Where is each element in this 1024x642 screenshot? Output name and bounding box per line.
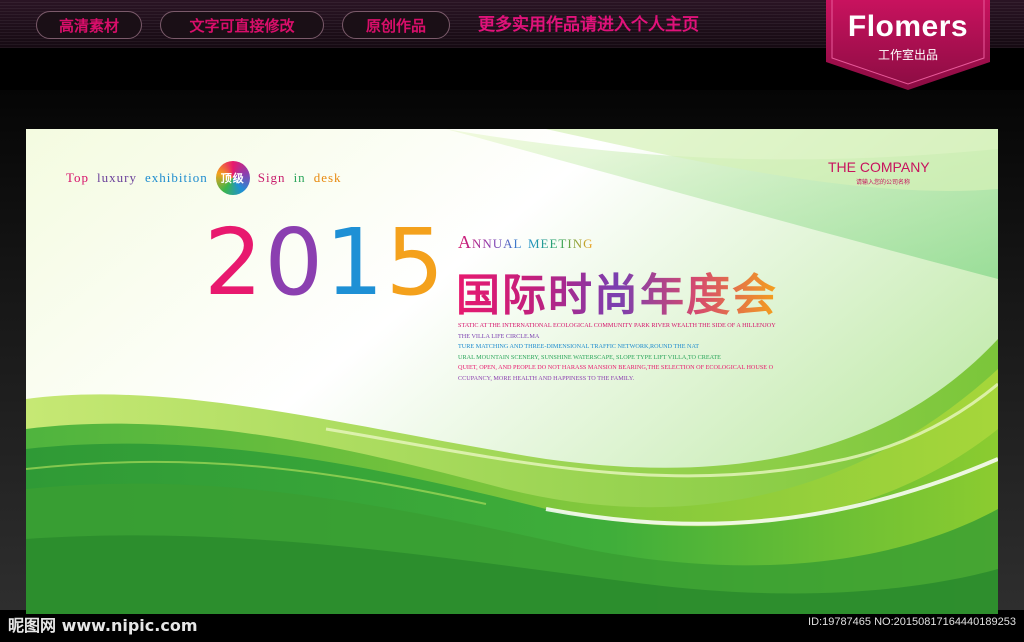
company-placeholder: 请输入您的公司名称: [856, 179, 911, 186]
tagline-word-exhibition: exhibition: [145, 170, 208, 185]
description-line: URAL MOUNTAIN SCENERY, SUNSHINE WATERSCA…: [458, 353, 721, 361]
brand-badge[interactable]: Flomers 工作室出品: [826, 0, 990, 90]
tag-editable-text[interactable]: 文字可直接修改: [160, 11, 324, 39]
description-line: STATIC AT THE INTERNATIONAL ECOLOGICAL C…: [458, 322, 776, 329]
tagline-word-top: Top: [66, 170, 90, 185]
description-line: TURE MATCHING AND THREE-DIMENSIONAL TRAF…: [458, 343, 700, 350]
year-heading: 2015: [204, 217, 446, 309]
tagline-word-luxury: luxury: [97, 170, 137, 185]
tag-hd-material[interactable]: 高清素材: [36, 11, 142, 39]
tagline-word-sign: Sign: [257, 170, 286, 185]
tag-original-work[interactable]: 原创作品: [342, 11, 450, 39]
year-digit: 0: [264, 209, 326, 316]
annual-meeting-label: Annual meeting: [458, 232, 594, 252]
homepage-link[interactable]: 更多实用作品请进入个人主页: [478, 12, 699, 38]
brand-name: Flomers: [847, 10, 969, 43]
top-grade-badge: 顶级: [215, 161, 250, 195]
description-line: QUIET, OPEN, AND PEOPLE DO NOT HARASS MA…: [458, 364, 774, 371]
year-digit: 2: [204, 209, 265, 316]
tagline-word-desk: desk: [313, 170, 342, 185]
tagline-word-in: in: [293, 170, 306, 185]
image-id-watermark: ID:19787465 NO:20150817164440189253: [808, 616, 1016, 628]
brand-subtitle: 工作室出品: [877, 48, 938, 62]
event-title: 国际时尚年度会: [456, 259, 778, 323]
company-name: THE COMPANY: [828, 159, 930, 175]
banner-artwork: Top luxury exhibition 顶级 Sign in desk TH…: [26, 129, 998, 614]
tagline: Top luxury exhibition 顶级 Sign in desk: [66, 161, 350, 195]
description-text: STATIC AT THE INTERNATIONAL ECOLOGICAL C…: [458, 321, 838, 384]
description-line: CCUPANCY, MORE HEALTH AND HAPPINESS TO T…: [458, 374, 635, 382]
year-digit: 1: [325, 209, 386, 316]
year-digit: 5: [385, 209, 447, 316]
description-line: THE VILLA LIFE CIRCLE.MA: [458, 332, 540, 340]
nipic-watermark-logo: 昵图网 www.nipic.com: [8, 616, 198, 635]
